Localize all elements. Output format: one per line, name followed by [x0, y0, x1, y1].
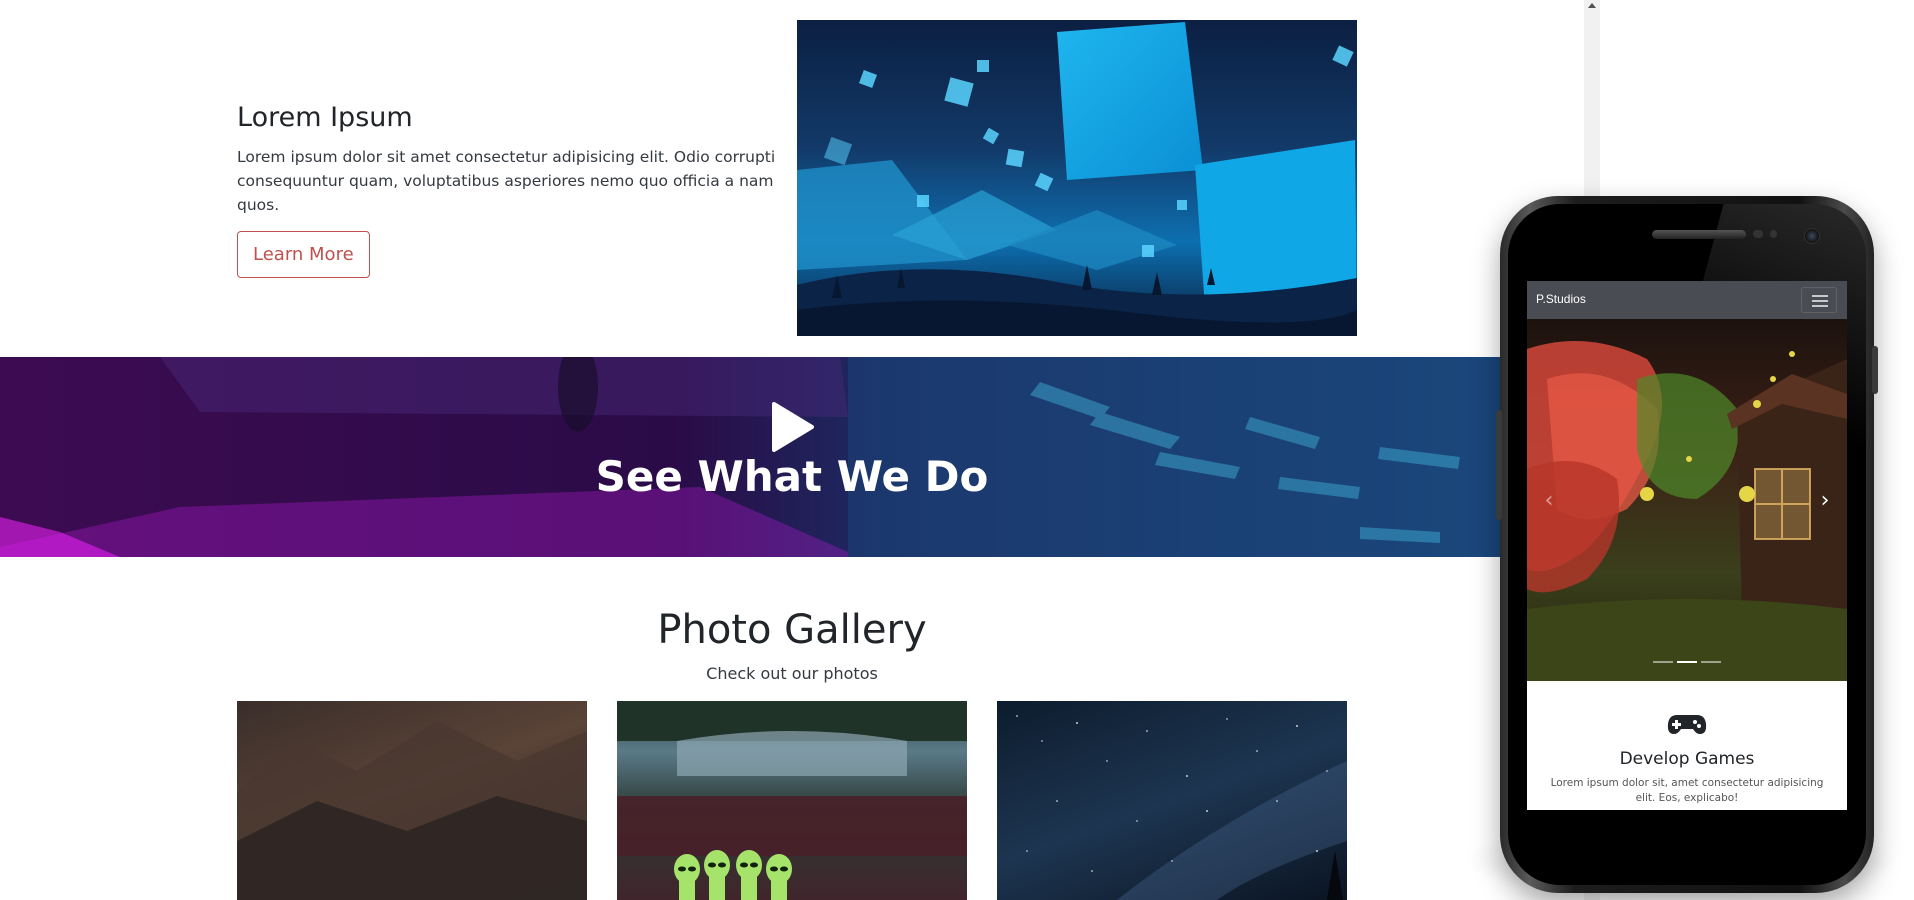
phone-volume-button: [1496, 410, 1502, 520]
hamburger-menu-icon[interactable]: [1801, 287, 1837, 313]
video-banner[interactable]: See What We Do: [0, 357, 1500, 557]
carousel-indicator[interactable]: [1701, 661, 1721, 663]
scroll-up-arrow-icon[interactable]: [1588, 3, 1596, 8]
image-carousel[interactable]: ‹ ›: [1527, 319, 1847, 681]
aliens-restaurant-photo[interactable]: [617, 701, 967, 900]
gallery-title: Photo Gallery: [657, 607, 927, 653]
feature-section: Lorem Ipsum Lorem ipsum dolor sit amet c…: [0, 0, 1500, 357]
aliens-illustration: [617, 701, 967, 900]
mountain-photo[interactable]: [237, 701, 587, 900]
gamepad-icon: [1667, 715, 1707, 734]
service-title: Develop Games: [1619, 749, 1755, 769]
abstract-cubes-illustration: [797, 22, 1357, 336]
gallery-subtitle: Check out our photos: [706, 664, 878, 683]
carousel-indicators: [1527, 661, 1847, 663]
phone-mockup: P.Studios ‹ › Develop Games Lorem ipsum …: [1496, 196, 1878, 893]
chevron-right-icon[interactable]: ›: [1813, 485, 1837, 515]
night-sky-illustration: [1016, 715, 1347, 900]
carousel-indicator[interactable]: [1653, 661, 1673, 663]
navbar-brand[interactable]: P.Studios: [1536, 292, 1586, 306]
phone-sensor: [1753, 230, 1763, 238]
chevron-left-icon[interactable]: ‹: [1537, 485, 1561, 515]
phone-body: P.Studios ‹ › Develop Games Lorem ipsum …: [1508, 204, 1866, 885]
banner-title: See What We Do: [595, 452, 989, 501]
feature-text: Lorem Ipsum Lorem ipsum dolor sit amet c…: [237, 102, 777, 278]
japanese-house-slide: [1527, 341, 1847, 681]
play-icon[interactable]: [770, 402, 814, 452]
feature-description: Lorem ipsum dolor sit amet consectetur a…: [237, 148, 776, 214]
photo-gallery-section: Photo Gallery Check out our photos: [0, 557, 1500, 900]
phone-speaker: [1652, 230, 1746, 239]
phone-camera: [1804, 228, 1820, 244]
service-description: Lorem ipsum dolor sit, amet consectetur …: [1550, 777, 1824, 804]
mobile-navbar: P.Studios: [1527, 281, 1847, 319]
night-sky-photo[interactable]: [997, 701, 1347, 900]
service-card: Develop Games Lorem ipsum dolor sit, ame…: [1527, 681, 1847, 810]
phone-power-button: [1872, 346, 1878, 394]
carousel-indicator-active[interactable]: [1677, 661, 1697, 663]
learn-more-button[interactable]: Learn More: [237, 231, 370, 278]
mountain-illustration: [237, 721, 587, 900]
phone-sensor: [1770, 230, 1777, 238]
abstract-cubes-image: [797, 20, 1357, 336]
phone-screen: P.Studios ‹ › Develop Games Lorem ipsum …: [1527, 281, 1847, 810]
feature-title: Lorem Ipsum: [237, 102, 413, 133]
